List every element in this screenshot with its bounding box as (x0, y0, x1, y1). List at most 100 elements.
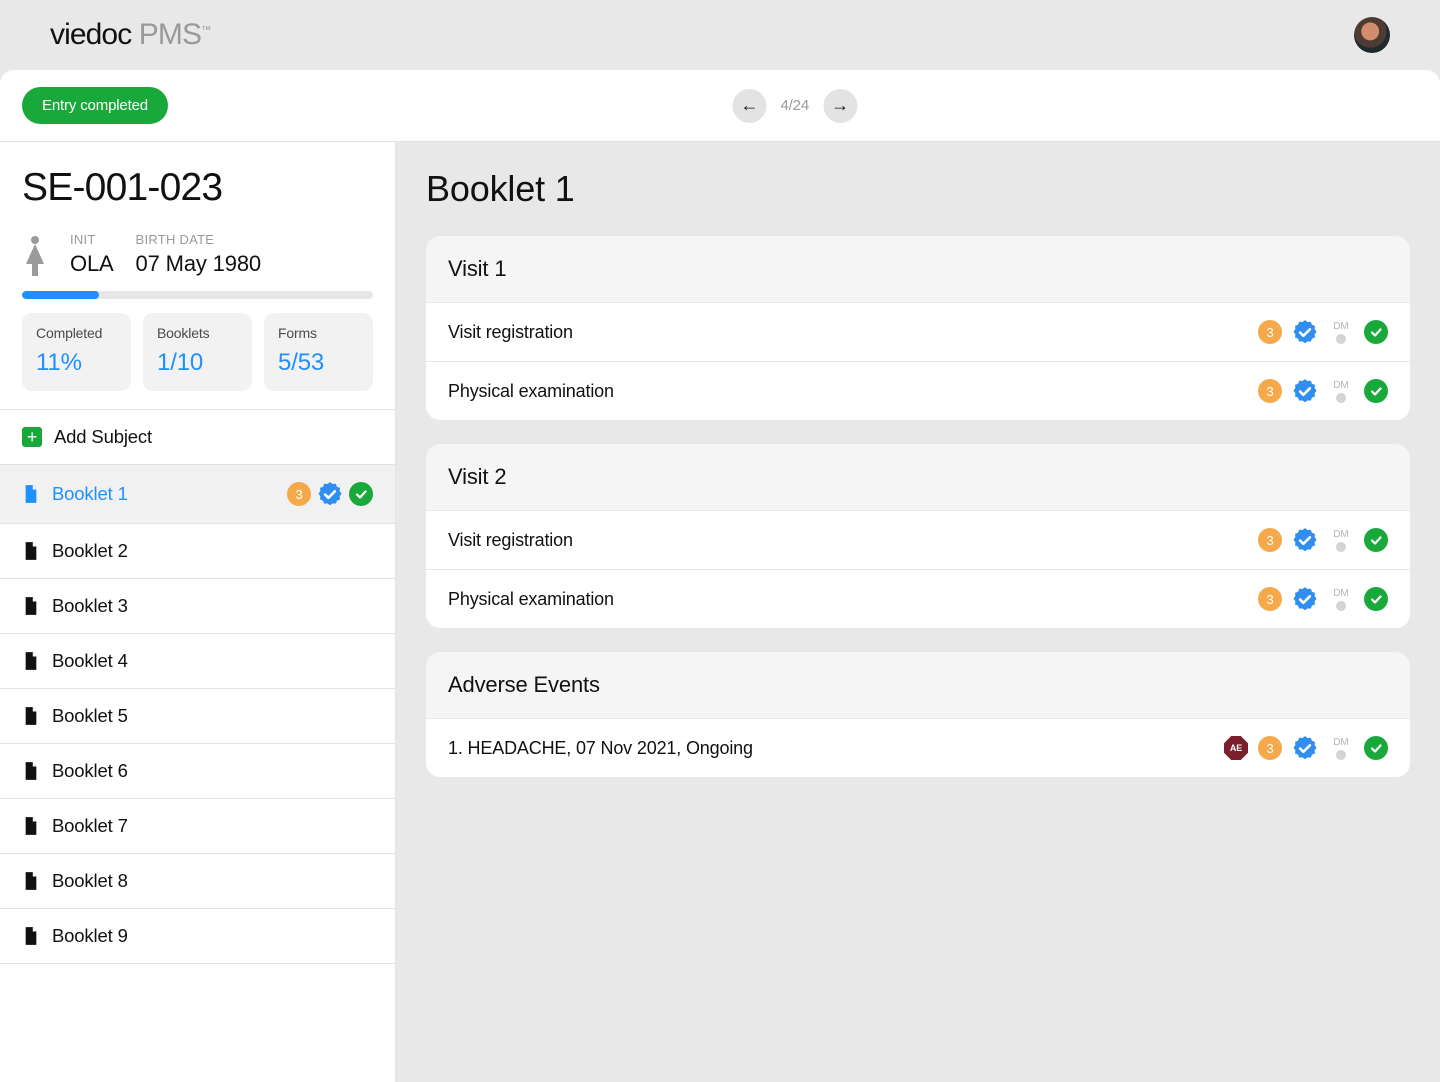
verified-seal-icon (1292, 527, 1318, 553)
document-icon (22, 817, 40, 835)
dm-label: DM (1333, 588, 1348, 599)
brand-product: PMS (139, 18, 201, 51)
verified-seal-icon (1292, 319, 1318, 345)
brand-name: viedoc (50, 18, 131, 51)
subject-header: SE-001-023 INIT OLA BIRTH DATE 07 May 19… (0, 142, 395, 410)
form-row[interactable]: Visit registration 3 DM (426, 302, 1410, 361)
dm-label: DM (1333, 737, 1348, 748)
document-icon (22, 542, 40, 560)
verified-seal-icon (317, 481, 343, 507)
sidebar-booklet-label: Booklet 9 (52, 925, 128, 947)
sidebar-booklet-item[interactable]: Booklet 3 (0, 579, 395, 634)
adverse-event-badge: AE (1224, 736, 1248, 760)
document-icon (22, 762, 40, 780)
done-check-badge (1364, 528, 1388, 552)
stat-booklets: Booklets 1/10 (143, 313, 252, 391)
user-avatar[interactable] (1354, 17, 1390, 53)
form-row[interactable]: Physical examination 3 DM (426, 569, 1410, 628)
done-check-badge (1364, 736, 1388, 760)
document-icon (22, 652, 40, 670)
sidebar-booklet-label: Booklet 7 (52, 815, 128, 837)
page-title: Booklet 1 (426, 168, 1410, 210)
stat-forms-value: 5/53 (278, 349, 359, 377)
document-icon (22, 927, 40, 945)
done-check-badge (349, 482, 373, 506)
sidebar-booklet-label: Booklet 4 (52, 650, 128, 672)
section-title: Visit 2 (426, 444, 1410, 510)
sidebar-booklet-label: Booklet 1 (52, 483, 128, 505)
dm-label: DM (1333, 529, 1348, 540)
verified-seal-icon (1292, 735, 1318, 761)
section-card: Visit 2Visit registration3DMPhysical exa… (426, 444, 1410, 628)
dm-dot-icon (1336, 334, 1346, 344)
sidebar-booklet-item[interactable]: Booklet 8 (0, 854, 395, 909)
pager-next-button[interactable]: → (823, 89, 857, 123)
subject-id: SE-001-023 (22, 166, 373, 210)
count-badge: 3 (287, 482, 311, 506)
dm-label: DM (1333, 321, 1348, 332)
progress-bar (22, 291, 373, 299)
stat-forms: Forms 5/53 (264, 313, 373, 391)
birthdate-label: BIRTH DATE (136, 232, 261, 247)
dm-status: DM (1328, 588, 1354, 611)
section-title: Adverse Events (426, 652, 1410, 718)
sidebar-booklet-label: Booklet 6 (52, 760, 128, 782)
count-badge: 3 (1258, 528, 1282, 552)
dm-dot-icon (1336, 393, 1346, 403)
document-icon (22, 485, 40, 503)
dm-label: DM (1333, 380, 1348, 391)
count-badge: 3 (1258, 587, 1282, 611)
document-icon (22, 597, 40, 615)
section-title: Visit 1 (426, 236, 1410, 302)
verified-seal-icon (1292, 378, 1318, 404)
dm-dot-icon (1336, 601, 1346, 611)
sidebar-booklet-item[interactable]: Booklet 4 (0, 634, 395, 689)
sidebar-booklet-label: Booklet 5 (52, 705, 128, 727)
pager: ← 4/24 → (732, 89, 857, 123)
stat-forms-label: Forms (278, 325, 359, 341)
document-icon (22, 872, 40, 890)
form-row[interactable]: Physical examination3DM (426, 361, 1410, 420)
count-badge: 3 (1258, 379, 1282, 403)
birthdate-value: 07 May 1980 (136, 251, 261, 277)
main-content: Booklet 1 Visit 1Visit registration3DMPh… (396, 142, 1440, 1082)
dm-status: DM (1328, 321, 1354, 344)
brand-logo: viedoc PMS™ (50, 18, 1354, 52)
dm-status: DM (1328, 380, 1354, 403)
done-check-badge (1364, 587, 1388, 611)
plus-icon: + (22, 427, 42, 447)
sidebar-booklet-item[interactable]: Booklet 9 (0, 909, 395, 964)
dm-dot-icon (1336, 750, 1346, 760)
sidebar-booklet-item[interactable]: Booklet 7 (0, 799, 395, 854)
arrow-left-icon: ← (741, 95, 759, 116)
entry-completed-chip[interactable]: Entry completed (22, 87, 168, 124)
dm-status: DM (1328, 529, 1354, 552)
stat-booklets-label: Booklets (157, 325, 238, 341)
sidebar-booklet-item[interactable]: Booklet 6 (0, 744, 395, 799)
sidebar-booklet-item[interactable]: Booklet 5 (0, 689, 395, 744)
done-check-badge (1364, 320, 1388, 344)
form-row-label: Physical examination (448, 589, 614, 610)
sidebar-booklet-label: Booklet 3 (52, 595, 128, 617)
stat-completed: Completed 11% (22, 313, 131, 391)
pager-count: 4/24 (780, 97, 809, 114)
sidebar-booklet-item[interactable]: Booklet 1 3 (0, 465, 395, 524)
section-card: Adverse Events1. HEADACHE, 07 Nov 2021, … (426, 652, 1410, 777)
form-row[interactable]: 1. HEADACHE, 07 Nov 2021, OngoingAE3DM (426, 718, 1410, 777)
sidebar-booklet-item[interactable]: Booklet 2 (0, 524, 395, 579)
dm-status: DM (1328, 737, 1354, 760)
form-row-label: Visit registration (448, 322, 573, 343)
form-row-label: Visit registration (448, 530, 573, 551)
add-subject-label: Add Subject (54, 426, 152, 448)
stat-completed-value: 11% (36, 349, 117, 377)
sidebar: SE-001-023 INIT OLA BIRTH DATE 07 May 19… (0, 142, 396, 1082)
stat-booklets-value: 1/10 (157, 349, 238, 377)
count-badge: 3 (1258, 736, 1282, 760)
sidebar-booklet-label: Booklet 2 (52, 540, 128, 562)
done-check-badge (1364, 379, 1388, 403)
pager-prev-button[interactable]: ← (732, 89, 766, 123)
dm-dot-icon (1336, 542, 1346, 552)
count-badge: 3 (1258, 320, 1282, 344)
form-row[interactable]: Visit registration 3 DM (426, 510, 1410, 569)
add-subject-button[interactable]: + Add Subject (0, 410, 395, 465)
